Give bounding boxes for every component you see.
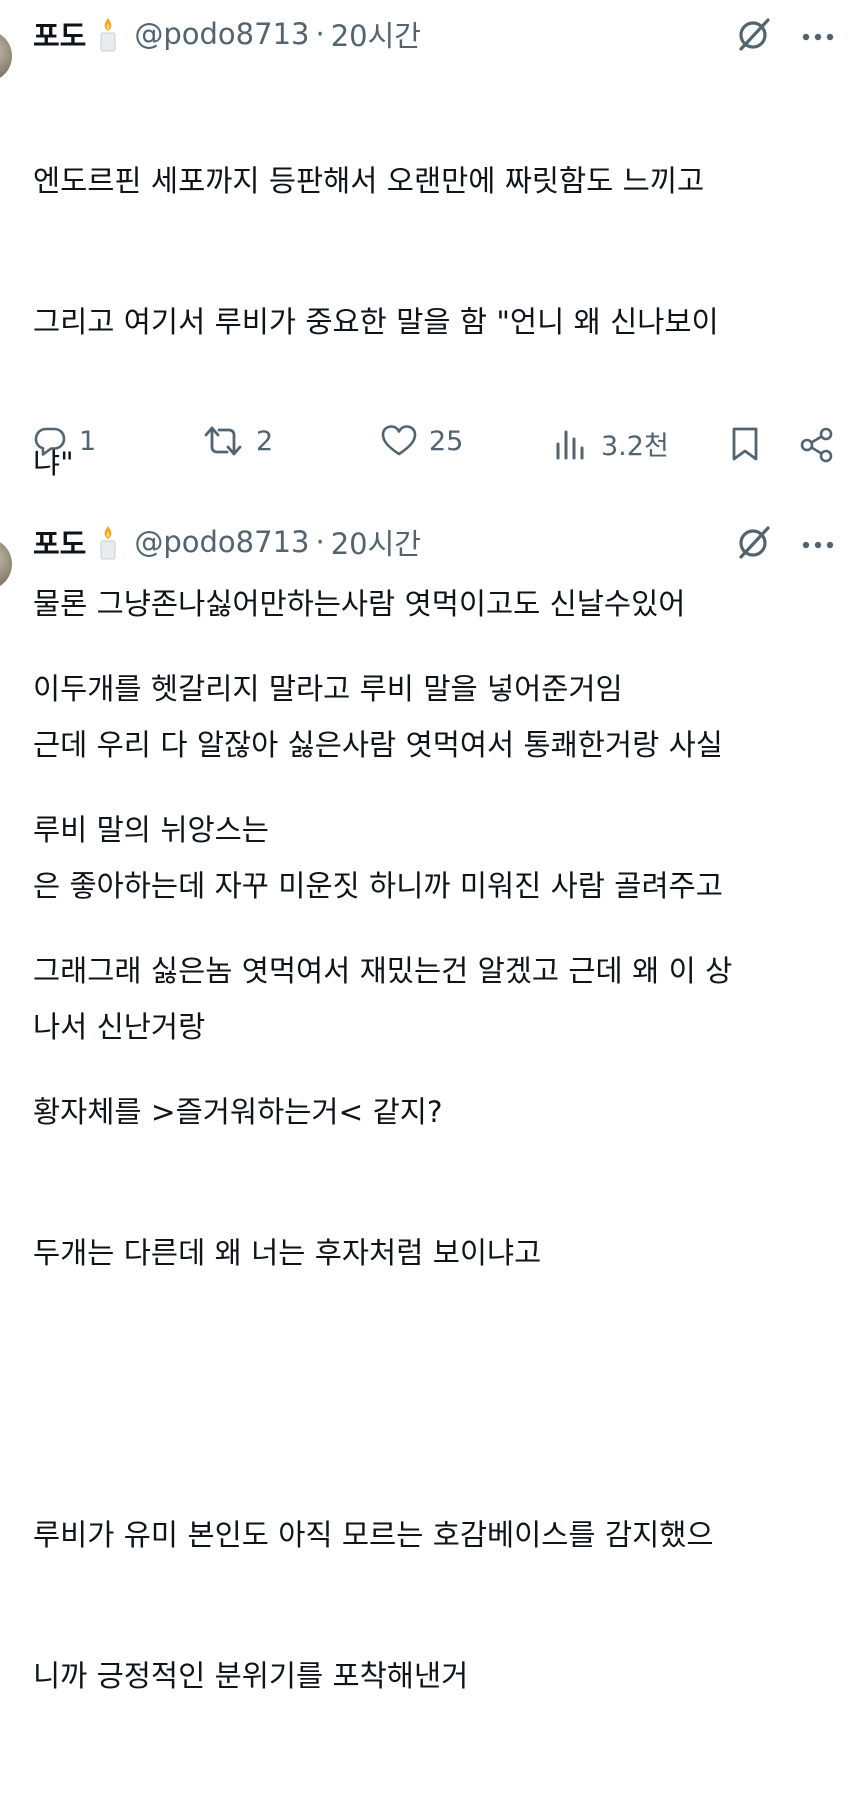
tweet[interactable]: 포도 @podo8713 · 20시간 이두개를 헷갈리지 말라고 루비 말을 … — [0, 508, 867, 1693]
author-handle[interactable]: @podo8713 — [134, 17, 309, 51]
tweet-text-line: 그리고 여기서 루비가 중요한 말을 함 "언니 왜 신나보이 — [33, 305, 719, 339]
more-icon[interactable] — [800, 16, 836, 56]
tweet-text-line: 그래그래 싫은놈 엿먹여서 재밌는건 알겠고 근데 왜 이 상 — [33, 954, 733, 988]
reply-button[interactable]: 1 — [33, 424, 96, 458]
tweet-text-line: 니까 긍정적인 분위기를 포착해낸거 — [33, 1659, 469, 1693]
like-button[interactable]: 25 — [381, 424, 463, 458]
tweet-text-line: 엔도르핀 세포까지 등판해서 오랜만에 짜릿함도 느끼고 — [33, 164, 705, 198]
reply-count: 1 — [79, 425, 97, 457]
timestamp[interactable]: 20시간 — [331, 13, 421, 55]
timestamp[interactable]: 20시간 — [331, 521, 421, 563]
tweet-text-line: 루비가 유미 본인도 아직 모르는 호감베이스를 감지했으 — [33, 1518, 714, 1552]
separator-dot: · — [315, 17, 325, 51]
separator-dot: · — [315, 525, 325, 559]
grok-icon[interactable] — [734, 14, 774, 54]
tweet-text-line: 두개는 다른데 왜 너는 후자처럼 보이냐고 — [33, 1236, 542, 1270]
tweet-header: 포도 @podo8713 · 20시간 — [33, 522, 421, 562]
like-count: 25 — [429, 425, 464, 457]
avatar[interactable] — [0, 538, 12, 590]
more-icon[interactable] — [800, 524, 836, 564]
author-name[interactable]: 포도 — [33, 521, 86, 563]
repost-icon — [204, 426, 242, 456]
tweet-text: 이두개를 헷갈리지 말라고 루비 말을 넣어준거임 루비 말의 뉘앙스는 그래그… — [33, 572, 843, 1794]
action-bar: 1 2 25 3.2천 — [0, 424, 867, 464]
repost-button[interactable]: 2 — [202, 424, 273, 458]
views-button[interactable]: 3.2천 — [553, 424, 669, 463]
share-icon[interactable] — [798, 426, 836, 464]
candle-icon — [100, 18, 116, 52]
candle-icon — [100, 526, 116, 560]
author-name[interactable]: 포도 — [33, 13, 86, 55]
grok-icon[interactable] — [734, 522, 774, 562]
tweet-text-line — [33, 1371, 843, 1418]
reply-icon — [34, 427, 66, 456]
bookmark-icon[interactable] — [729, 426, 761, 462]
like-icon — [381, 425, 417, 456]
tweet-text-line: 이두개를 헷갈리지 말라고 루비 말을 넣어준거임 — [33, 672, 623, 706]
avatar[interactable] — [0, 30, 12, 82]
tweet[interactable]: 포도 @podo8713 · 20시간 엔도르핀 세포까지 등판해서 오랜만에 … — [0, 0, 867, 1044]
author-handle[interactable]: @podo8713 — [134, 525, 309, 559]
tweet-header: 포도 @podo8713 · 20시간 — [33, 14, 421, 54]
views-icon — [556, 430, 584, 459]
tweet-text-line: 루비 말의 뉘앙스는 — [33, 813, 269, 847]
view-count: 3.2천 — [601, 431, 669, 462]
repost-count: 2 — [256, 425, 274, 457]
tweet-text-line: 황자체를 >즐거워하는거< 같지? — [33, 1095, 443, 1129]
